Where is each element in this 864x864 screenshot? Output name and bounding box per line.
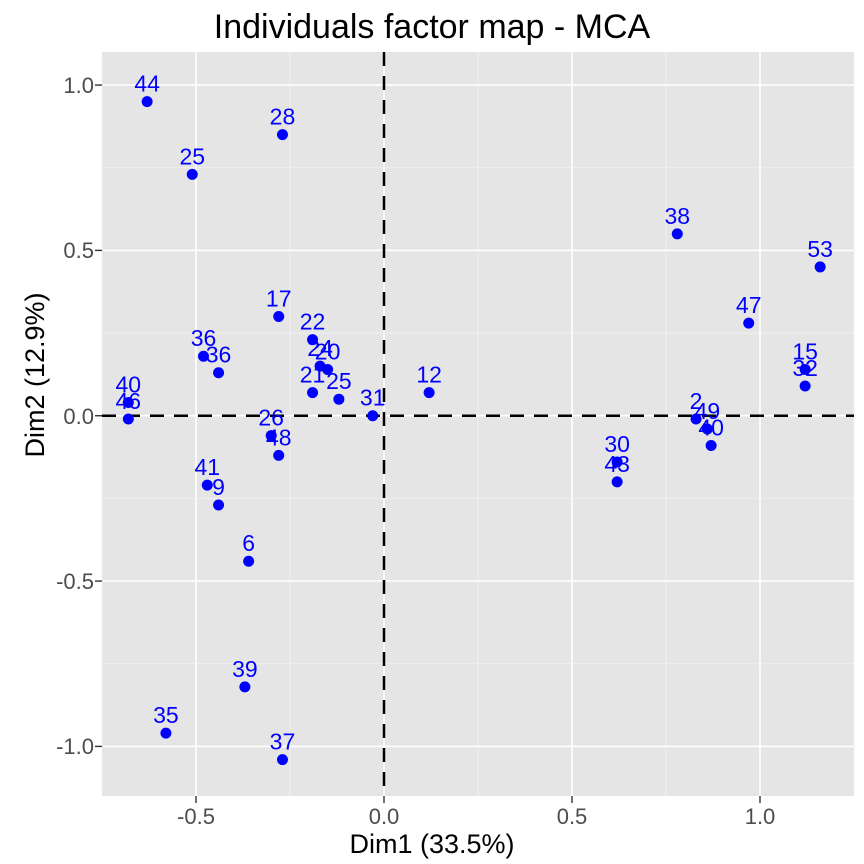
point-label: 47 [736,292,762,318]
x-tick-label: 0.5 [542,804,602,830]
point-label: 46 [116,388,142,414]
point-label: 21 [300,362,326,388]
x-tick-label: -0.5 [166,804,226,830]
y-tick-label: -0.5 [44,569,94,595]
point-label: 43 [604,451,630,477]
point-label: 6 [242,530,255,556]
point-label: 17 [266,286,292,312]
point-label: 53 [807,236,833,262]
point-label: 44 [134,71,160,97]
point-label: 20 [315,338,341,364]
point-label: 35 [153,702,179,728]
point-label: 38 [664,203,690,229]
x-tick-label: 1.0 [730,804,790,830]
point-label: 12 [416,362,442,388]
y-tick-label: 1.0 [44,73,94,99]
point-label: 28 [270,104,296,130]
point-label: 25 [179,143,205,169]
point-label: 25 [326,368,352,394]
point-label: 48 [266,424,292,450]
point-label: 36 [206,342,232,368]
point-label: 39 [232,656,258,682]
x-tick-label: 0.0 [354,804,414,830]
point-label: 9 [212,474,225,500]
mca-individuals-chart: Individuals factor map - MCA Dim2 (12.9%… [0,0,864,864]
point-label: 22 [300,309,326,335]
y-tick-label: -1.0 [44,734,94,760]
point-label: 37 [270,729,296,755]
point-label: 31 [360,385,386,411]
y-tick-label: 0.5 [44,238,94,264]
plot-surface: 4425281722363624202125311240462648419639… [0,0,864,864]
point-label: 32 [792,355,818,381]
y-tick-label: 0.0 [44,404,94,430]
point-label: 40 [698,414,724,440]
